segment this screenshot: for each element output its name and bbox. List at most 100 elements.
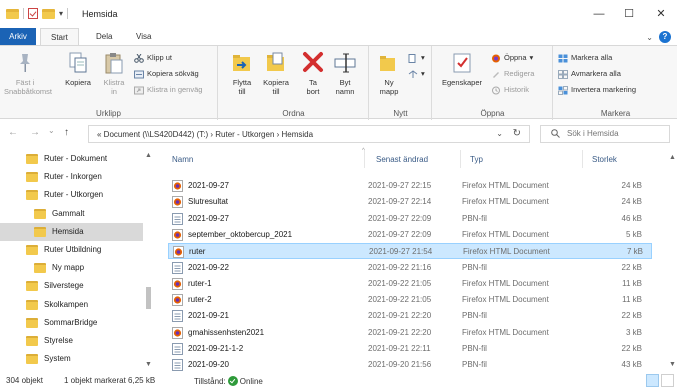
cut-button[interactable]: Klipp ut xyxy=(134,52,172,64)
nav-pane-scrollbar[interactable]: ▲ ▼ xyxy=(143,152,153,368)
file-list-scrollbar[interactable]: ▲ ▼ xyxy=(668,150,677,368)
file-type: Firefox HTML Document xyxy=(462,278,549,288)
close-button[interactable]: ✕ xyxy=(646,4,676,24)
scrollbar-thumb[interactable] xyxy=(146,287,151,309)
address-dropdown-chevron-icon[interactable]: ⌄ xyxy=(496,129,503,138)
file-row[interactable]: 2021-09-20 2021-09-20 21:56 PBN-fil 43 kB xyxy=(168,357,652,373)
search-input[interactable] xyxy=(567,129,665,138)
open-group-label: Öppna xyxy=(480,109,505,118)
nav-item[interactable]: Gammalt xyxy=(34,205,143,223)
nav-item-label: Gammalt xyxy=(52,208,85,218)
properties-check-icon[interactable] xyxy=(28,8,38,19)
select-all-button[interactable]: Markera alla xyxy=(558,52,612,64)
file-name: 2021-09-21-1-2 xyxy=(188,344,244,353)
file-date: 2021-09-22 21:05 xyxy=(368,278,432,288)
nav-item[interactable]: Hemsida xyxy=(0,222,143,241)
file-row[interactable]: ruter-2 2021-09-22 21:05 Firefox HTML Docu… xyxy=(168,292,652,308)
nav-item[interactable]: Ny mapp xyxy=(34,259,143,277)
nav-item-label: Styrelse xyxy=(44,336,73,345)
new-folder-icon[interactable] xyxy=(42,8,55,19)
maximize-button[interactable]: ☐ xyxy=(614,4,644,24)
organize-group-label: Ordna xyxy=(282,109,305,118)
column-divider[interactable] xyxy=(364,150,365,168)
column-header-type[interactable]: Typ xyxy=(470,155,483,164)
move-to-button[interactable]: Flytta till xyxy=(227,51,257,96)
pin-to-quick-access-button[interactable]: Fäst i Snabbåtkomst xyxy=(4,51,52,96)
new-folder-button[interactable]: Ny mapp xyxy=(376,51,402,96)
file-row[interactable]: september_oktobercup_2021 2021-09-27 22:0… xyxy=(168,227,652,243)
back-button[interactable]: ← xyxy=(8,127,18,138)
nav-item[interactable]: System xyxy=(26,350,143,368)
open-button[interactable]: Öppna ▾ xyxy=(491,52,533,64)
scroll-down-arrow-icon[interactable]: ▼ xyxy=(669,361,676,368)
nav-item[interactable]: Ruter - Utkorgen xyxy=(26,186,143,204)
file-row[interactable]: ruter 2021-09-27 21:54 Firefox HTML Docume… xyxy=(168,243,652,260)
column-divider[interactable] xyxy=(582,150,583,168)
file-row[interactable]: 2021-09-21 2021-09-21 22:20 PBN-fil 22 kB xyxy=(168,308,652,324)
refresh-icon[interactable]: ↻ xyxy=(513,128,521,139)
nav-item[interactable]: Silverstege xyxy=(26,277,143,295)
maximize-icon: ☐ xyxy=(624,8,634,20)
file-row[interactable]: ruter-1 2021-09-22 21:05 Firefox HTML Docu… xyxy=(168,276,652,292)
nav-item[interactable]: Ruter - Dokument xyxy=(26,150,143,168)
edit-button[interactable]: Redigera xyxy=(491,68,534,80)
scroll-up-arrow-icon[interactable]: ▲ xyxy=(669,154,676,161)
column-header-date[interactable]: Senast ändrad xyxy=(376,155,428,164)
tab-view[interactable]: Visa xyxy=(126,28,161,45)
paste-shortcut-button[interactable]: Klistra in genväg xyxy=(134,84,202,96)
copy-path-button[interactable]: Kopiera sökväg xyxy=(134,68,199,80)
large-icons-view-icon[interactable] xyxy=(661,374,674,387)
file-row[interactable]: gmahissenhsten2021 2021-09-21 22:20 Firefo… xyxy=(168,325,652,341)
new-folder-icon xyxy=(378,51,400,75)
recent-locations-chevron-icon[interactable]: ⌄ xyxy=(48,126,55,135)
tab-start[interactable]: Start xyxy=(40,28,79,45)
file-row[interactable]: 2021-09-21-1-2 2021-09-21 22:11 PBN-fil 22 … xyxy=(168,341,652,357)
tab-file[interactable]: Arkiv xyxy=(0,28,36,45)
folder-icon xyxy=(6,8,19,19)
invert-selection-button[interactable]: Invertera markering xyxy=(558,84,636,96)
breadcrumb[interactable]: « Document (\\LS420D442) (T:) › Ruter - … xyxy=(97,130,313,139)
file-row[interactable]: 2021-09-22 2021-09-22 21:16 PBN-fil 22 kB xyxy=(168,260,652,276)
file-date: 2021-09-22 21:16 xyxy=(368,262,432,272)
copy-to-button[interactable]: Kopiera till xyxy=(259,51,293,96)
tab-share[interactable]: Dela xyxy=(86,28,122,45)
column-header-name[interactable]: Namn xyxy=(172,155,193,164)
delete-label-line1: Ta xyxy=(309,78,317,87)
paste-button[interactable]: Klistra in xyxy=(98,51,130,96)
nav-item[interactable]: SommarBridge xyxy=(26,314,143,332)
online-check-icon xyxy=(227,376,238,386)
column-divider[interactable] xyxy=(460,150,461,168)
select-none-button[interactable]: Avmarkera alla xyxy=(558,68,621,80)
copy-button[interactable]: Kopiera xyxy=(60,51,96,87)
details-view-icon[interactable] xyxy=(646,374,659,387)
search-box[interactable] xyxy=(540,125,670,143)
file-row[interactable]: 2021-09-27 2021-09-27 22:15 Firefox HTML D… xyxy=(168,178,652,194)
delete-button[interactable]: Ta bort xyxy=(299,51,327,96)
rename-button[interactable]: Byt namn xyxy=(331,51,359,96)
address-bar[interactable]: « Document (\\LS420D442) (T:) › Ruter - … xyxy=(88,125,530,143)
scroll-up-arrow-icon[interactable]: ▲ xyxy=(145,152,152,159)
file-row[interactable]: Slutresultat 2021-09-27 22:14 Firefox HTML… xyxy=(168,194,652,210)
file-row[interactable]: 2021-09-27 2021-09-27 22:09 PBN-fil 46 kB xyxy=(168,211,652,227)
column-header-size[interactable]: Storlek xyxy=(592,155,617,164)
help-icon[interactable]: ? xyxy=(659,31,671,43)
scroll-down-arrow-icon[interactable]: ▼ xyxy=(145,361,152,368)
nav-item[interactable]: Styrelse xyxy=(26,332,143,350)
forward-button[interactable]: → xyxy=(30,127,40,138)
folder-icon xyxy=(26,281,38,292)
customize-toolbar-chevron-icon[interactable]: ▾ xyxy=(59,9,63,18)
file-size: 22 kB xyxy=(621,344,642,353)
nav-item[interactable]: Ruter Utbildning xyxy=(26,241,143,259)
history-button[interactable]: Historik xyxy=(491,84,529,96)
new-item-button[interactable]: ▾ xyxy=(408,52,425,64)
nav-item[interactable]: Skolkampen xyxy=(26,296,143,314)
minimize-button[interactable]: — xyxy=(584,4,614,24)
easy-access-button[interactable]: ▾ xyxy=(408,68,425,80)
nav-item[interactable]: Ruter - Inkorgen xyxy=(26,168,143,186)
pbn-file-icon xyxy=(172,212,183,225)
collapse-ribbon-chevron-icon[interactable]: ⌄ xyxy=(646,33,653,42)
up-button[interactable]: ↑ xyxy=(64,127,69,138)
file-list: ^ Namn Senast ändrad Typ Storlek 2021-09… xyxy=(158,148,668,373)
properties-button[interactable]: Egenskaper xyxy=(439,51,485,87)
file-date: 2021-09-20 21:56 xyxy=(368,360,432,370)
